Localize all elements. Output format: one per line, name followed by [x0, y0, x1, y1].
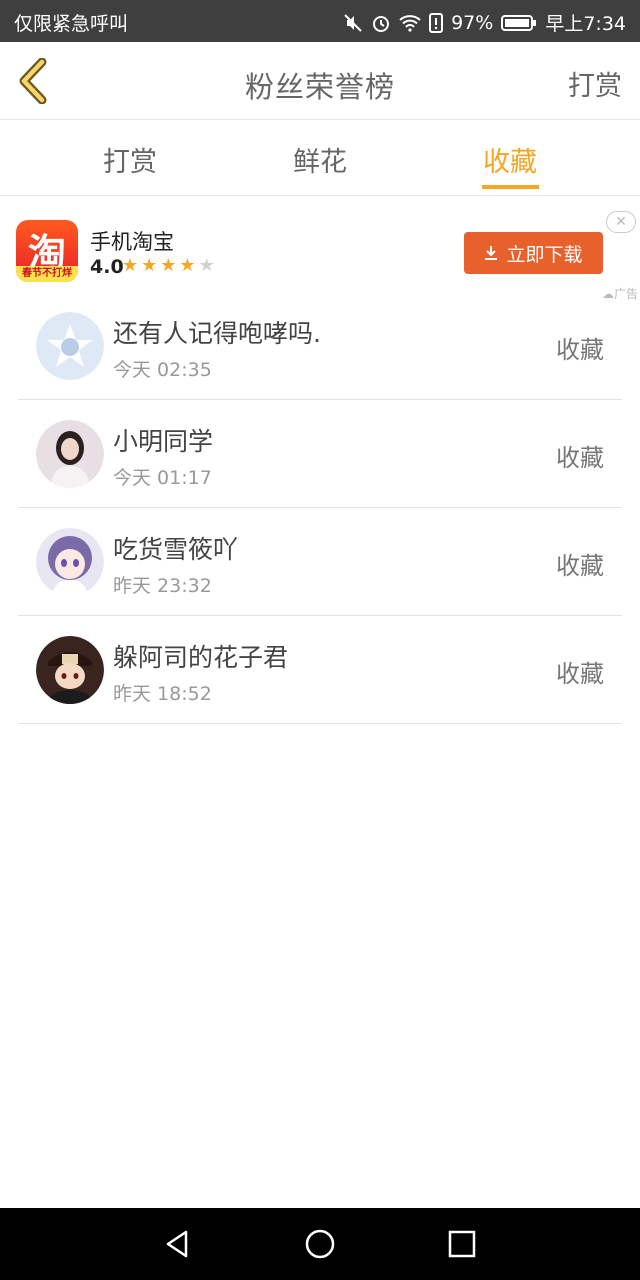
download-icon — [485, 246, 498, 260]
nav-home-button[interactable] — [304, 1228, 336, 1260]
timestamp: 今天 02:35 — [113, 359, 212, 381]
list-item[interactable]: 吃货雪筱吖 昨天 23:32 收藏 — [18, 508, 622, 616]
taobao-app-icon: 淘 春节不打烊 — [16, 220, 78, 282]
download-button-label: 立即下载 — [506, 243, 583, 266]
tab-bar: 打赏 鲜花 收藏 — [0, 120, 640, 196]
star-empty-icon: ★ — [198, 255, 215, 276]
ad-banner[interactable]: 淘 春节不打烊 手机淘宝 4.0 ★ ★ ★ ★ ★ 立即下载 ✕ ☁广告 — [0, 196, 640, 302]
star-icon: ★ — [141, 255, 158, 276]
avatar — [36, 420, 104, 488]
ad-app-name: 手机淘宝 — [90, 230, 174, 254]
download-button[interactable]: 立即下载 — [464, 232, 603, 274]
ad-rating: 4.0 — [90, 256, 124, 278]
user-name: 还有人记得咆哮吗. — [113, 319, 321, 348]
carrier-text: 仅限紧急呼叫 — [14, 13, 129, 35]
tab-flowers[interactable]: 鲜花 — [255, 140, 385, 179]
ad-close-button[interactable]: ✕ — [606, 211, 636, 233]
timestamp: 昨天 23:32 — [113, 575, 212, 597]
alarm-icon — [371, 13, 391, 33]
status-bar: 仅限紧急呼叫 97% 早上7:34 — [0, 0, 640, 42]
tab-reward[interactable]: 打赏 — [65, 140, 195, 179]
header: 粉丝荣誉榜 打赏 — [0, 42, 640, 120]
star-icon: ★ — [122, 255, 139, 276]
system-nav-bar — [0, 1208, 640, 1280]
list-item[interactable]: 小明同学 今天 01:17 收藏 — [18, 400, 622, 508]
avatar — [36, 636, 104, 704]
favorite-label: 收藏 — [556, 552, 604, 580]
circle-home-icon — [305, 1229, 335, 1259]
timestamp: 昨天 18:52 — [113, 683, 212, 705]
user-name: 吃货雪筱吖 — [113, 535, 239, 564]
ad-rating-stars: ★ ★ ★ ★ ★ — [122, 257, 215, 275]
triangle-back-icon — [166, 1230, 188, 1258]
favorite-label: 收藏 — [556, 336, 604, 364]
star-icon: ★ — [179, 255, 196, 276]
battery-icon — [501, 14, 537, 32]
battery-percent: 97% — [451, 11, 494, 34]
wifi-icon — [399, 14, 421, 32]
status-icons: 97% 早上7:34 — [343, 9, 626, 36]
list-item[interactable]: 还有人记得咆哮吗. 今天 02:35 收藏 — [18, 292, 622, 400]
clock: 早上7:34 — [545, 13, 626, 35]
favorite-label: 收藏 — [556, 444, 604, 472]
star-icon: ★ — [160, 255, 177, 276]
square-recents-icon — [448, 1230, 476, 1258]
avatar — [36, 312, 104, 380]
page-title: 粉丝荣誉榜 — [244, 70, 395, 104]
sim-alert-icon — [429, 12, 444, 33]
favorites-list: 还有人记得咆哮吗. 今天 02:35 收藏 小明同学 今天 01:17 收藏 吃… — [18, 292, 622, 724]
mute-icon — [343, 13, 363, 33]
nav-recents-button[interactable] — [446, 1228, 478, 1260]
timestamp: 今天 01:17 — [113, 467, 212, 489]
reward-button[interactable]: 打赏 — [568, 64, 622, 103]
tab-favorites[interactable]: 收藏 — [445, 140, 575, 179]
user-name: 小明同学 — [113, 427, 214, 456]
user-name: 躲阿司的花子君 — [113, 643, 289, 672]
list-item[interactable]: 躲阿司的花子君 昨天 18:52 收藏 — [18, 616, 622, 724]
ad-icon-caption: 春节不打烊 — [16, 266, 78, 282]
active-tab-indicator — [482, 185, 539, 189]
nav-back-button[interactable] — [162, 1228, 194, 1260]
favorite-label: 收藏 — [556, 660, 604, 688]
avatar — [36, 528, 104, 596]
